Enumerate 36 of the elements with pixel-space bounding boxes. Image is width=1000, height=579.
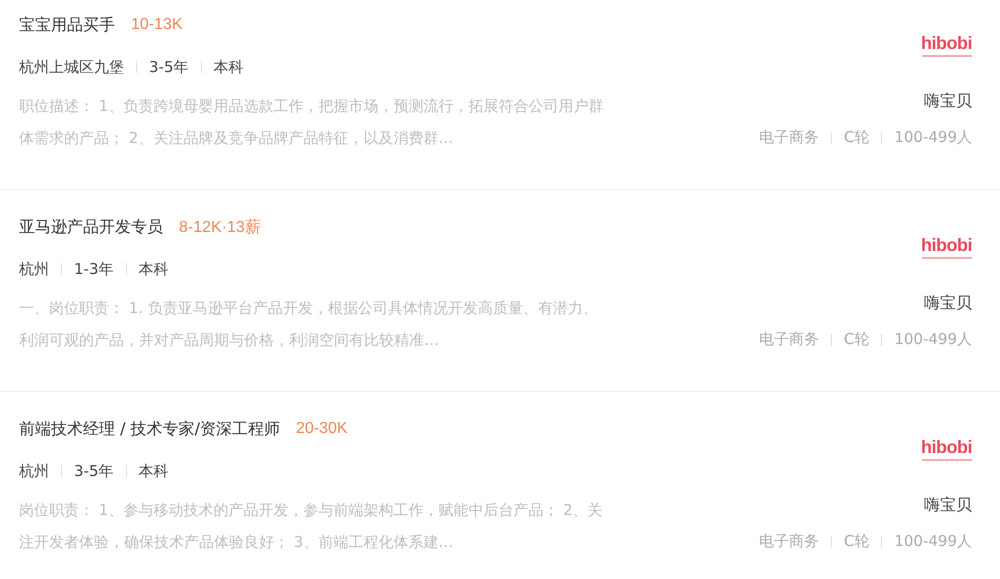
job-requirement: 1-3年: [74, 260, 114, 278]
company-tag: 100-499人: [894, 128, 972, 147]
company-tag: 电子商务: [758, 532, 819, 551]
company-logo: hibobi: [921, 438, 972, 461]
salary: 8-12K·13薪: [179, 218, 261, 238]
company-name: 嗨宝贝: [924, 293, 972, 314]
job-description: 职位描述： 1、负责跨境母婴用品选款工作，把握市场，预测流行，拓展符合公司用户群体需求的产品； 2、关注品牌及竞争品牌产品特征，以及消费群…: [19, 96, 604, 149]
job-card[interactable]: 宝宝用品买手 10-13K 杭州上城区九堡 3-5年 本科 职位描述： 1、负责跨境母婴用品选款工作，把握市场，预测流行，拓展符合公司用户群体需求的产品； 2、关注品牌及竞争品牌产品特征，以及消费群… hibobi 嗨宝贝 电子商务 C轮 100-499人: [0, 0, 1000, 190]
company-tag: 100-499人: [894, 532, 972, 551]
company-tag: 电子商务: [758, 330, 819, 349]
job-requirement: 杭州上城区九堡: [19, 58, 124, 76]
job-card[interactable]: 亚马逊产品开发专员 8-12K·13薪 杭州 1-3年 本科 一、岗位职责： 1. 负责亚马逊平台产品开发，根据公司具体情况开发高质量、有潜力、利润可观的产品，并对产品周期与价格，利润空间有比较精准… hibobi 嗨宝贝 电子商务 C轮 100-499人: [0, 202, 1000, 392]
job-description: 岗位职责： 1、参与移动技术的产品开发，参与前端架构工作，赋能中后台产品； 2、关注开发者体验，确保技术产品体验良好； 3、前端工程化体系建…: [19, 500, 604, 553]
job-requirement: 本科: [138, 462, 168, 480]
company-tag: 电子商务: [758, 128, 819, 147]
company-tag: C轮: [844, 532, 870, 551]
salary: 20-30K: [296, 420, 348, 438]
company-logo: hibobi: [921, 34, 972, 57]
job-requirement: 3-5年: [149, 58, 188, 76]
job-title: 前端技术经理 / 技术专家/资深工程师: [19, 418, 280, 440]
job-title: 亚马逊产品开发专员: [19, 216, 163, 238]
company-tag: 100-499人: [894, 330, 972, 349]
job-description: 一、岗位职责： 1. 负责亚马逊平台产品开发，根据公司具体情况开发高质量、有潜力、利润可观的产品，并对产品周期与价格，利润空间有比较精准…: [19, 298, 599, 351]
company-logo: hibobi: [921, 236, 972, 259]
job-card[interactable]: 前端技术经理 / 技术专家/资深工程师 20-30K 杭州 3-5年 本科 岗位职责： 1、参与移动技术的产品开发，参与前端架构工作，赋能中后台产品； 2、关注开发者体验，确保技术产品体验良好； 3、前端工程化体系建… hibobi 嗨宝贝 电子商务 C轮 100-499人: [0, 404, 1000, 579]
job-requirement: 杭州: [19, 260, 49, 278]
company-tag: C轮: [844, 330, 870, 349]
job-requirement: 本科: [214, 58, 244, 76]
company-name: 嗨宝贝: [924, 495, 972, 516]
salary: 10-13K: [131, 16, 183, 34]
job-requirement: 本科: [138, 260, 168, 278]
company-name: 嗨宝贝: [924, 91, 972, 112]
job-title: 宝宝用品买手: [19, 14, 115, 36]
company-tag: C轮: [844, 128, 870, 147]
job-requirement: 3-5年: [74, 462, 114, 480]
job-requirement: 杭州: [19, 462, 49, 480]
